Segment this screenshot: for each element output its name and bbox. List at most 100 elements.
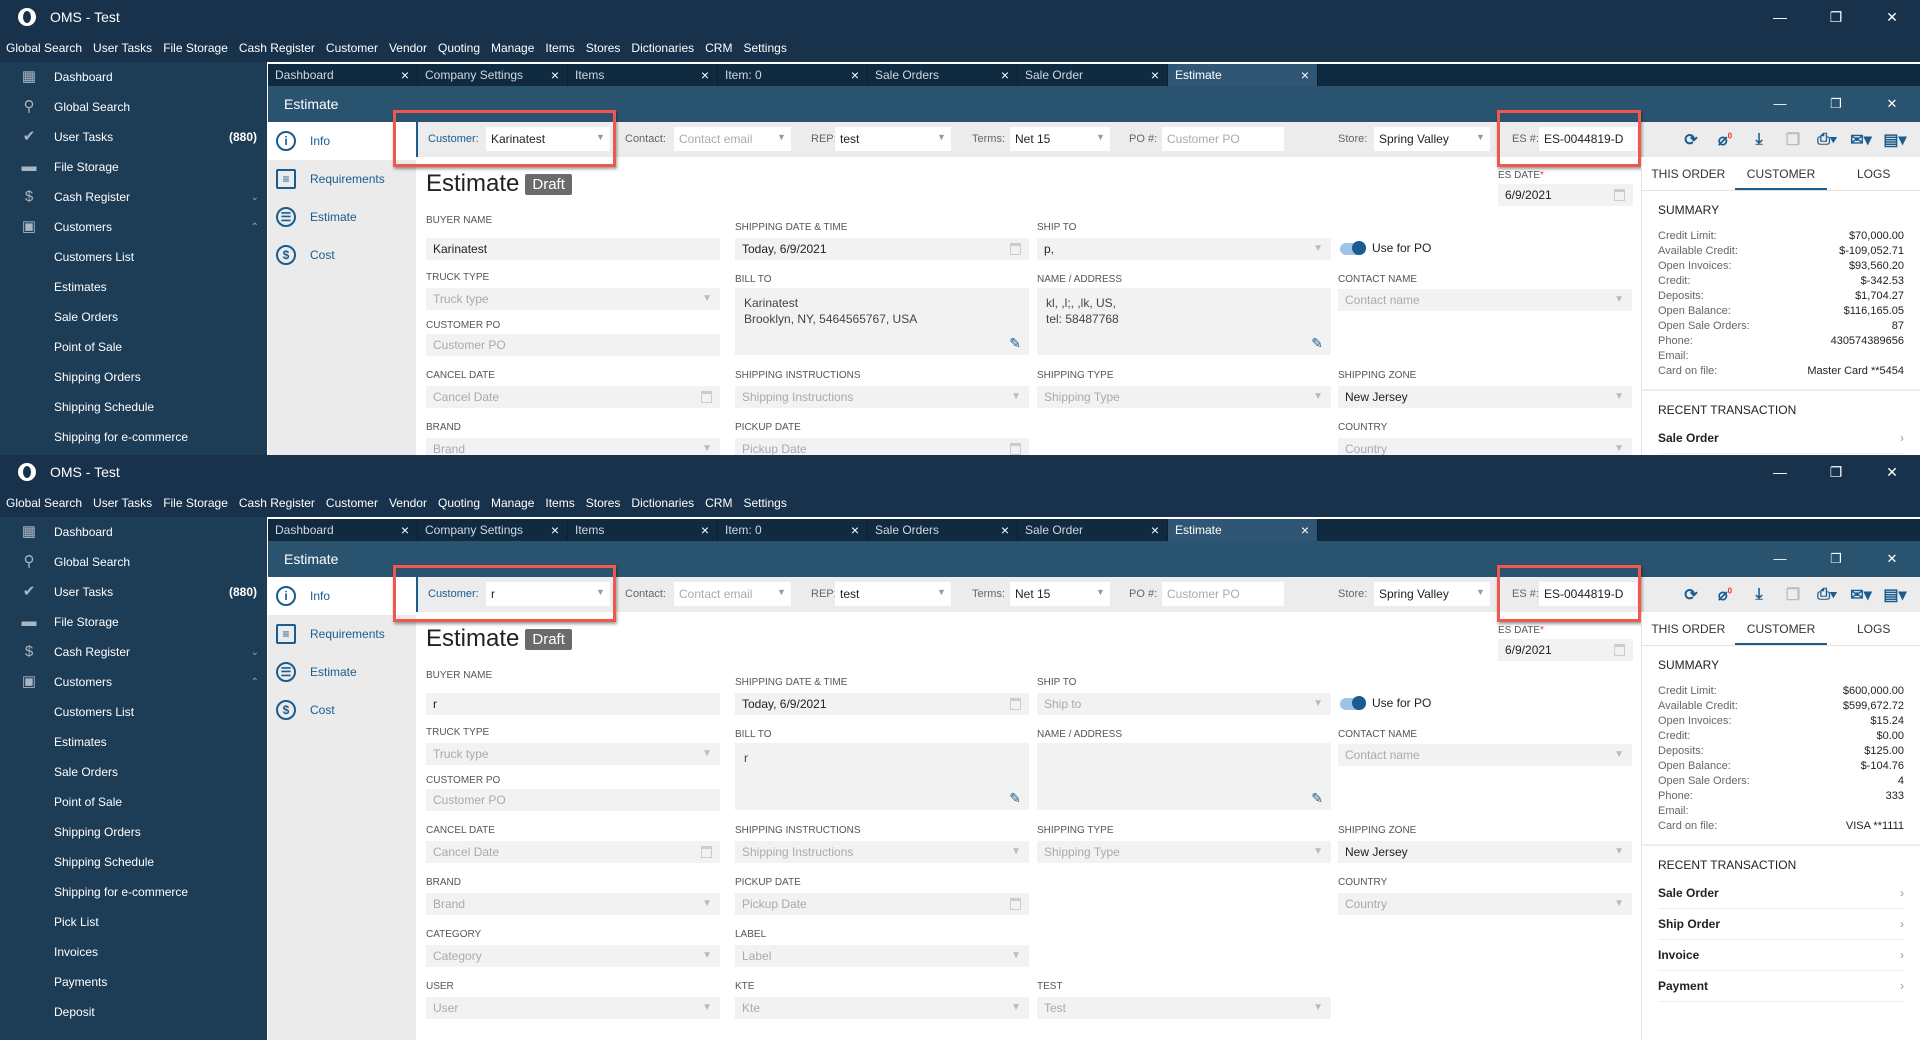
tab[interactable]: Dashboard × bbox=[268, 64, 418, 86]
menu-item[interactable]: User Tasks bbox=[93, 41, 152, 55]
sidebar-item[interactable]: $ Cash Register ⌄ bbox=[0, 637, 267, 667]
tab[interactable]: Sale Order × bbox=[1018, 64, 1168, 86]
document-icon[interactable]: ▤▾ bbox=[1878, 130, 1912, 150]
contact-select[interactable]: Contact email bbox=[674, 582, 791, 606]
copy-icon[interactable]: ❐ bbox=[1776, 585, 1810, 605]
calendar-icon[interactable] bbox=[1614, 189, 1625, 201]
menu-item[interactable]: Vendor bbox=[389, 41, 427, 55]
buyer-name-input[interactable]: r bbox=[426, 693, 720, 715]
close-button[interactable]: ✕ bbox=[1864, 541, 1920, 577]
close-tab-icon[interactable]: × bbox=[1001, 519, 1009, 541]
sidebar-item[interactable]: Point of Sale bbox=[0, 332, 267, 362]
refresh-icon[interactable]: ⟳ bbox=[1674, 130, 1708, 150]
panel-tab[interactable]: CUSTOMER bbox=[1734, 157, 1828, 190]
chevron-icon[interactable]: ⌃ bbox=[251, 222, 259, 233]
tab[interactable]: Company Settings × bbox=[418, 64, 568, 86]
menu-item[interactable]: Settings bbox=[743, 41, 786, 55]
shipping-type-select[interactable]: Shipping Type ▼ bbox=[1037, 386, 1331, 408]
chevron-icon[interactable]: ⌄ bbox=[251, 192, 259, 203]
tab[interactable]: Sale Order × bbox=[1018, 519, 1168, 541]
sidebar-item[interactable]: ▦ Dashboard bbox=[0, 62, 267, 92]
tab[interactable]: Estimate × bbox=[1168, 519, 1318, 541]
sidebar-item[interactable]: Customers List bbox=[0, 242, 267, 272]
close-tab-icon[interactable]: × bbox=[1151, 64, 1159, 86]
menu-item[interactable]: Cash Register bbox=[239, 41, 315, 55]
close-tab-icon[interactable]: × bbox=[701, 519, 709, 541]
contact-name-select[interactable]: Contact name ▼ bbox=[1338, 744, 1632, 766]
panel-tab[interactable]: LOGS bbox=[1827, 612, 1920, 645]
dropdown-arrow-icon[interactable]: ▼ bbox=[937, 132, 946, 142]
close-button[interactable]: ✕ bbox=[1864, 86, 1920, 122]
close-tab-icon[interactable]: × bbox=[851, 519, 859, 541]
edit-pencil-icon[interactable]: ✎ bbox=[1311, 335, 1323, 351]
menu-item[interactable]: Vendor bbox=[389, 496, 427, 510]
label-select[interactable]: Label ▼ bbox=[735, 945, 1029, 967]
panel-tab[interactable]: THIS ORDER bbox=[1642, 612, 1735, 645]
shipping-zone-select[interactable]: New Jersey ▼ bbox=[1338, 841, 1632, 863]
minimize-button[interactable]: — bbox=[1752, 455, 1808, 489]
close-button[interactable]: ✕ bbox=[1864, 0, 1920, 34]
dropdown-arrow-icon[interactable]: ▼ bbox=[1476, 587, 1485, 597]
download-icon[interactable]: ⤓ bbox=[1742, 586, 1776, 604]
shipping-type-select[interactable]: Shipping Type ▼ bbox=[1037, 841, 1331, 863]
minimize-button[interactable]: — bbox=[1752, 541, 1808, 577]
sidebar-item[interactable]: Pick List bbox=[0, 907, 267, 937]
es-date-input[interactable]: 6/9/2021 bbox=[1498, 184, 1633, 206]
cancel-date-input[interactable]: Cancel Date bbox=[426, 841, 720, 863]
sidebar-item[interactable]: Shipping Orders bbox=[0, 817, 267, 847]
rep-select[interactable]: test bbox=[835, 127, 951, 151]
buyer-name-input[interactable]: Karinatest bbox=[426, 238, 720, 260]
customer-po-input[interactable]: Customer PO bbox=[426, 789, 720, 811]
close-tab-icon[interactable]: × bbox=[1151, 519, 1159, 541]
close-button[interactable]: ✕ bbox=[1864, 455, 1920, 489]
panel-tab[interactable]: THIS ORDER bbox=[1642, 157, 1735, 190]
tab[interactable]: Estimate × bbox=[1168, 64, 1318, 86]
section-nav-item[interactable]: ☰ Estimate bbox=[268, 198, 416, 236]
menu-item[interactable]: Manage bbox=[491, 41, 534, 55]
recent-transaction-item[interactable]: Payment › bbox=[1658, 971, 1904, 1002]
sidebar-item[interactable]: ⚲ Global Search bbox=[0, 547, 267, 577]
po-input[interactable]: Customer PO bbox=[1162, 127, 1284, 151]
tab[interactable]: Dashboard × bbox=[268, 519, 418, 541]
menu-item[interactable]: Items bbox=[545, 41, 574, 55]
recent-transaction-item[interactable]: Ship Order› bbox=[1658, 909, 1904, 940]
contact-name-select[interactable]: Contact name ▼ bbox=[1338, 289, 1632, 311]
terms-select[interactable]: Net 15 bbox=[1010, 127, 1110, 151]
tab[interactable]: Company Settings × bbox=[418, 519, 568, 541]
close-tab-icon[interactable]: × bbox=[1001, 64, 1009, 86]
sidebar-item[interactable]: ▦ Dashboard bbox=[0, 517, 267, 547]
close-tab-icon[interactable]: × bbox=[851, 64, 859, 86]
section-nav-item[interactable]: $ Cost bbox=[268, 691, 416, 729]
menu-item[interactable]: File Storage bbox=[163, 41, 228, 55]
pickup-date-input[interactable]: Pickup Date bbox=[735, 893, 1029, 915]
print-icon[interactable]: ⎙▾ bbox=[1810, 586, 1844, 604]
email-icon[interactable]: ✉▾ bbox=[1844, 130, 1878, 150]
sidebar-item[interactable]: Shipping Schedule bbox=[0, 847, 267, 877]
test-select[interactable]: Test ▼ bbox=[1037, 997, 1331, 1019]
tab[interactable]: Sale Orders × bbox=[868, 64, 1018, 86]
sidebar-item[interactable]: Sale Orders bbox=[0, 757, 267, 787]
sidebar-item[interactable]: $ Cash Register ⌄ bbox=[0, 182, 267, 212]
menu-item[interactable]: Customer bbox=[326, 41, 378, 55]
document-icon[interactable]: ▤▾ bbox=[1878, 585, 1912, 605]
close-tab-icon[interactable]: × bbox=[1301, 519, 1309, 541]
print-icon[interactable]: ⎙▾ bbox=[1810, 131, 1844, 149]
sidebar-item[interactable]: ⚲ Global Search bbox=[0, 92, 267, 122]
sidebar-item[interactable]: Sale Orders bbox=[0, 302, 267, 332]
refresh-icon[interactable]: ⟳ bbox=[1674, 585, 1708, 605]
download-icon[interactable]: ⤓ bbox=[1742, 131, 1776, 149]
menu-item[interactable]: Quoting bbox=[438, 496, 480, 510]
sidebar-item[interactable]: ▣ Customers ⌃ bbox=[0, 667, 267, 697]
close-tab-icon[interactable]: × bbox=[551, 519, 559, 541]
section-nav-item[interactable]: ☰ Estimate bbox=[268, 653, 416, 691]
close-tab-icon[interactable]: × bbox=[701, 64, 709, 86]
menu-item[interactable]: Cash Register bbox=[239, 496, 315, 510]
menu-item[interactable]: Manage bbox=[491, 496, 534, 510]
menu-item[interactable]: Global Search bbox=[6, 41, 82, 55]
sidebar-item[interactable]: Customers List bbox=[0, 697, 267, 727]
dropdown-arrow-icon[interactable]: ▼ bbox=[1096, 132, 1105, 142]
sidebar-item[interactable]: Invoices bbox=[0, 937, 267, 967]
sidebar-item[interactable]: Shipping for e-commerce bbox=[0, 877, 267, 907]
sidebar-item[interactable]: Estimates bbox=[0, 272, 267, 302]
sidebar-item[interactable]: Point of Sale bbox=[0, 787, 267, 817]
